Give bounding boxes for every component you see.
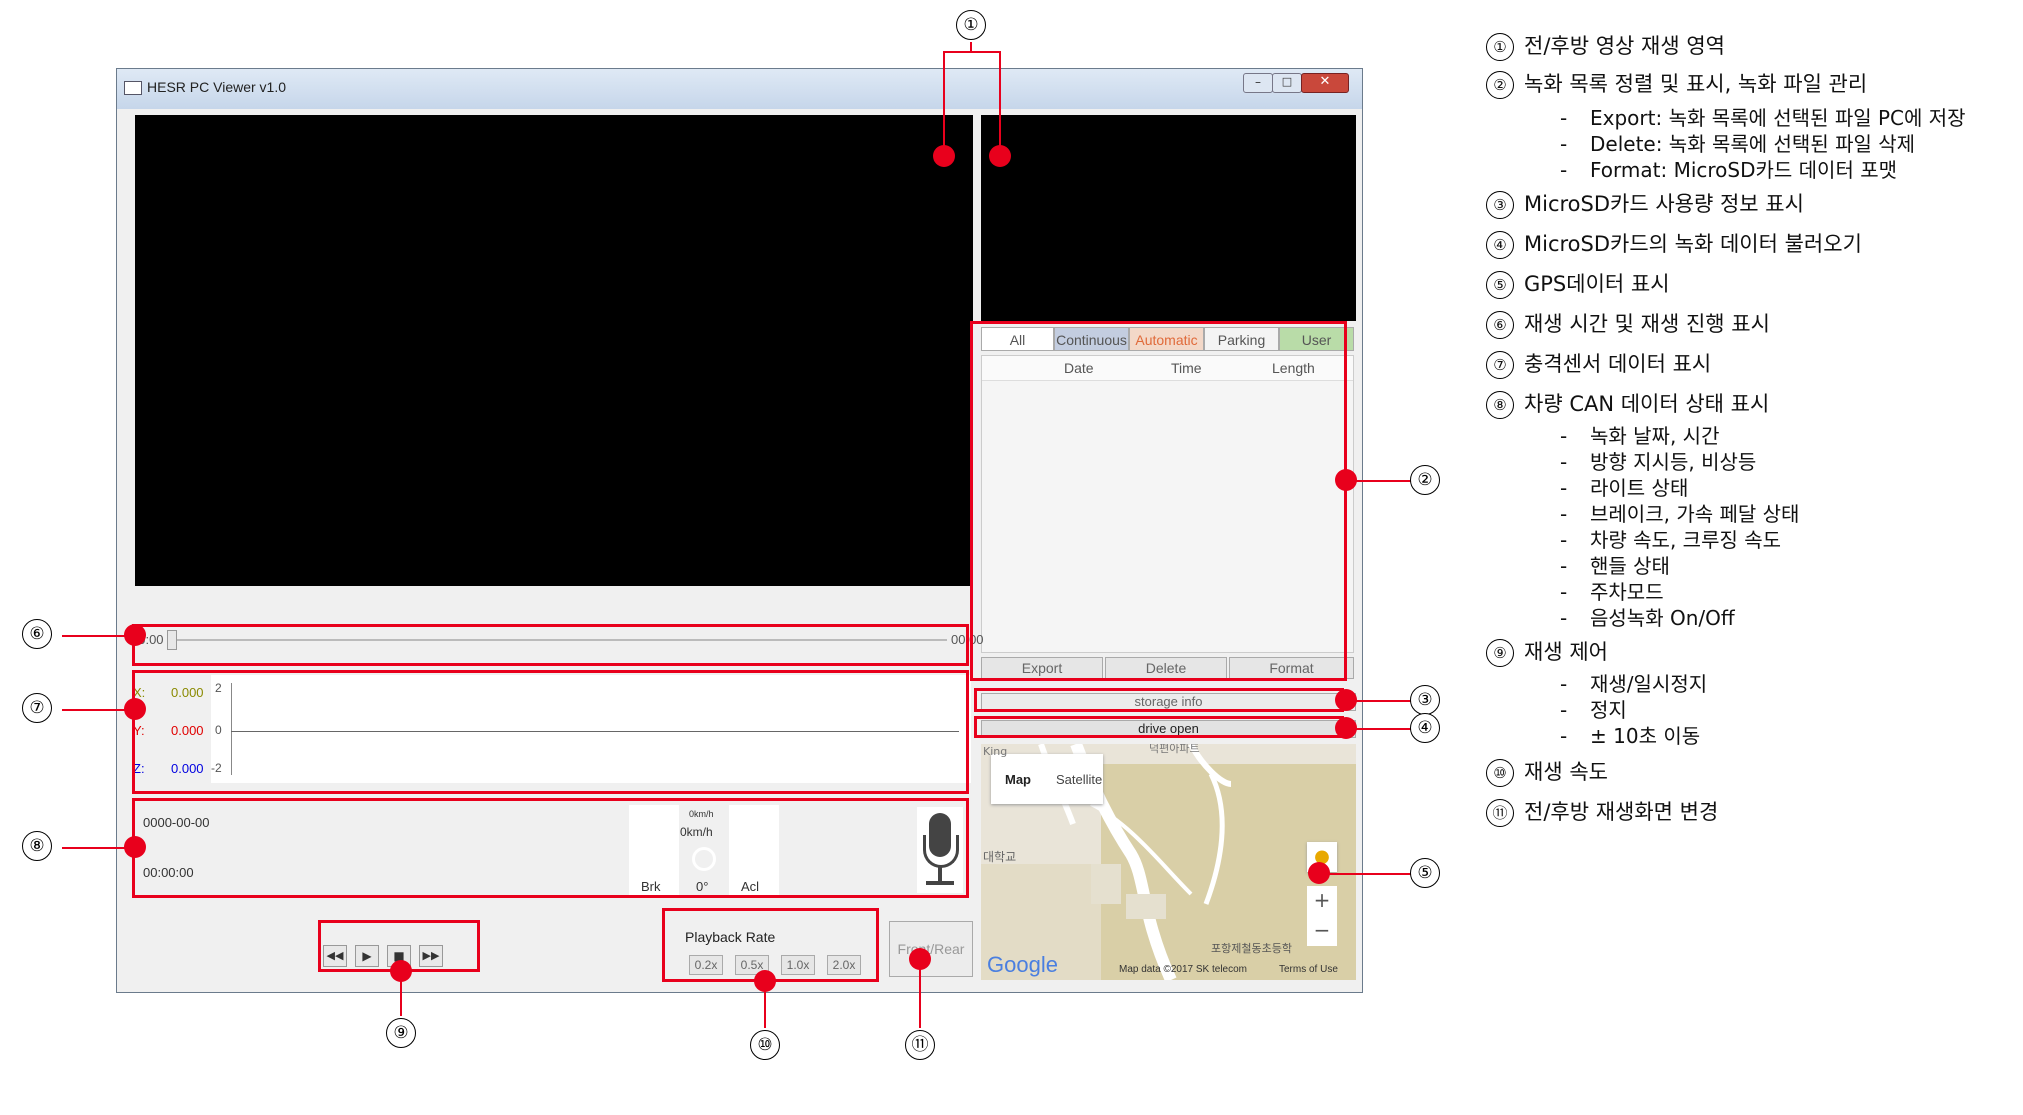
callout-6-box — [132, 624, 969, 666]
front-rear-button[interactable]: Front/Rear — [889, 921, 973, 977]
callout-10: ⑩ — [750, 1030, 780, 1060]
legend-sub-2-1: - Export: 녹화 목록에 선택된 파일 PC에 저장 — [1560, 106, 1966, 130]
callout-1-bracket — [943, 51, 1000, 53]
map-label-king: King — [983, 745, 1008, 758]
legend-item-1: ① 전/후방 영상 재생 영역 — [1486, 30, 1725, 61]
legend-item-8: ⑧ 차량 CAN 데이터 상태 표시 — [1486, 388, 1769, 419]
legend-item-6: ⑥ 재생 시간 및 재생 진행 표시 — [1486, 308, 1770, 339]
callout-8-dot — [124, 836, 146, 858]
legend-item-5: ⑤ GPS데이터 표시 — [1486, 268, 1670, 299]
callout-1-dot-rear — [989, 145, 1011, 167]
google-logo: Google — [987, 952, 1058, 977]
legend-sub-9-1: - 재생/일시정지 — [1560, 672, 1708, 696]
callout-5: ⑤ — [1410, 858, 1440, 888]
legend-sub-8-5: - 차량 속도, 크루징 속도 — [1560, 528, 1782, 552]
callout-9: ⑨ — [386, 1018, 416, 1048]
zoom-out-button[interactable]: − — [1307, 916, 1337, 946]
callout-6-dot — [124, 624, 146, 646]
legend-sub-8-7: - 주차모드 — [1560, 580, 1664, 604]
app-icon — [124, 81, 142, 95]
legend-sub-8-4: - 브레이크, 가속 페달 상태 — [1560, 502, 1800, 526]
minimize-button[interactable]: – — [1243, 73, 1273, 93]
callout-2: ② — [1410, 465, 1440, 495]
map-attribution: Map data ©2017 SK telecom — [1119, 964, 1247, 975]
front-video-area[interactable] — [135, 115, 973, 586]
legend-item-11: ⑪ 전/후방 재생화면 변경 — [1486, 796, 1718, 827]
callout-6: ⑥ — [22, 619, 52, 649]
legend-sub-8-6: - 핸들 상태 — [1560, 554, 1670, 578]
legend-sub-2-2: - Delete: 녹화 목록에 선택된 파일 삭제 — [1560, 132, 1916, 156]
map-label-top: 덕편아파트 — [1149, 744, 1200, 755]
legend-sub-8-2: - 방향 지시등, 비상등 — [1560, 450, 1757, 474]
map-label-school: 대학교 — [983, 850, 1017, 864]
legend-sub-8-8: - 음성녹화 On/Off — [1560, 606, 1735, 630]
callout-4: ④ — [1410, 713, 1440, 743]
callout-8: ⑧ — [22, 831, 52, 861]
legend-item-3: ③ MicroSD카드 사용량 정보 표시 — [1486, 188, 1804, 219]
maximize-button[interactable]: □ — [1272, 73, 1302, 93]
callout-3: ③ — [1410, 685, 1440, 715]
callout-1: ① — [956, 10, 986, 40]
gps-map[interactable]: Map Satellite King 덕편아파트 대학교 포항제철동초등학 ● … — [981, 744, 1356, 980]
callout-11: ⑪ — [905, 1030, 935, 1060]
callout-1-dot-front — [933, 145, 955, 167]
legend-sub-9-2: - 정지 — [1560, 698, 1627, 722]
legend-sub-8-3: - 라이트 상태 — [1560, 476, 1689, 500]
callout-7-box — [132, 670, 969, 794]
legend-item-2: ② 녹화 목록 정렬 및 표시, 녹화 파일 관리 — [1486, 68, 1867, 99]
legend-item-10: ⑩ 재생 속도 — [1486, 756, 1608, 787]
zoom-in-button[interactable]: + — [1307, 886, 1337, 916]
callout-7: ⑦ — [22, 693, 52, 723]
window-title: HESR PC Viewer v1.0 — [147, 79, 287, 95]
callout-4-box — [974, 716, 1344, 738]
legend-sub-8-1: - 녹화 날짜, 시간 — [1560, 424, 1720, 448]
title-bar: HESR PC Viewer v1.0 – □ ✕ — [117, 69, 1362, 109]
legend-item-9: ⑨ 재생 제어 — [1486, 636, 1608, 667]
legend-item-4: ④ MicroSD카드의 녹화 데이터 불러오기 — [1486, 228, 1862, 259]
rear-video-area[interactable] — [981, 115, 1356, 321]
map-terms-link[interactable]: Terms of Use — [1279, 964, 1338, 975]
legend-sub-9-3: - ± 10초 이동 — [1560, 724, 1701, 748]
close-button[interactable]: ✕ — [1301, 73, 1349, 93]
callout-8-box — [132, 798, 969, 898]
callout-3-box — [974, 688, 1344, 712]
map-tab-satellite[interactable]: Satellite — [1056, 772, 1102, 787]
callout-2-box — [970, 321, 1347, 681]
callout-7-dot — [124, 698, 146, 720]
map-tab-map[interactable]: Map — [1005, 772, 1031, 787]
map-label-station: 포항제철동초등학 — [1211, 942, 1292, 955]
legend-item-7: ⑦ 충격센서 데이터 표시 — [1486, 348, 1711, 379]
legend-sub-2-3: - Format: MicroSD카드 데이터 포맷 — [1560, 158, 1898, 182]
